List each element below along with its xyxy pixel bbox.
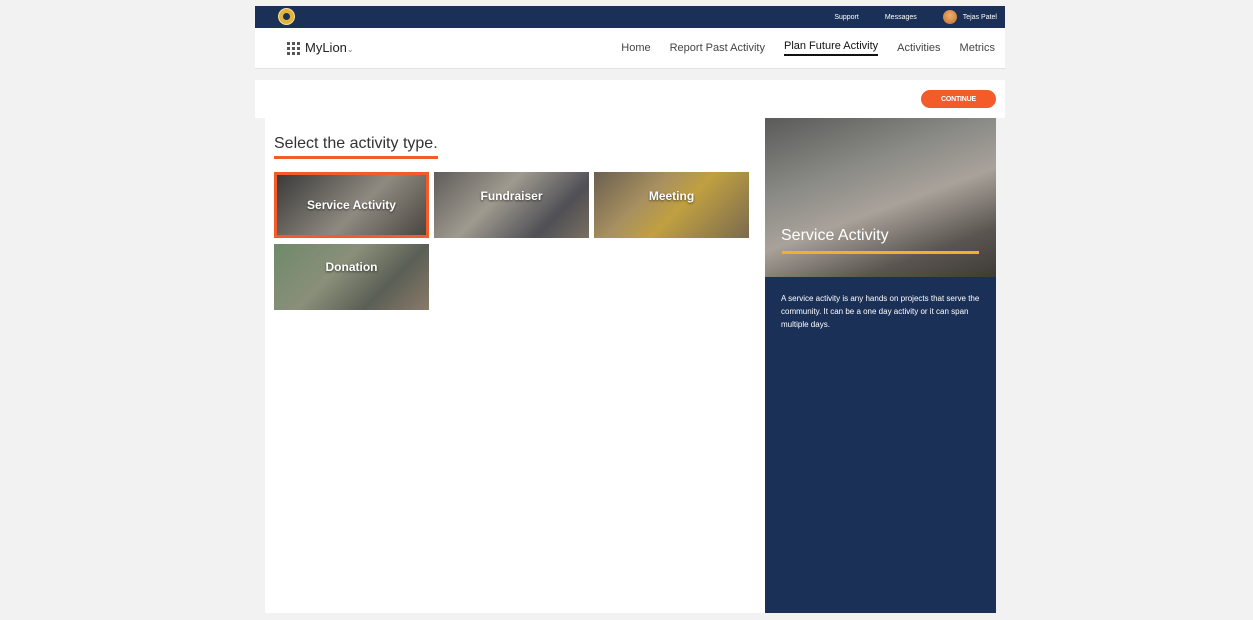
nav-activities[interactable]: Activities	[897, 42, 940, 54]
activity-tile-fundraiser[interactable]: Fundraiser	[434, 172, 589, 238]
info-title: Service Activity	[781, 227, 889, 244]
main-nav: MyLion⌄ Home Report Past Activity Plan F…	[255, 28, 1005, 69]
activity-info-panel: Service Activity A service activity is a…	[765, 118, 996, 613]
page-title: Select the activity type.	[274, 135, 438, 159]
nav-report-past-activity[interactable]: Report Past Activity	[670, 42, 765, 54]
continue-button[interactable]: CONTINUE	[921, 90, 996, 108]
support-link[interactable]: Support	[834, 14, 859, 21]
activity-tile-service-activity[interactable]: Service Activity	[274, 172, 429, 238]
nav-metrics[interactable]: Metrics	[960, 42, 995, 54]
info-description: A service activity is any hands on proje…	[781, 294, 980, 329]
user-menu[interactable]: Tejas Patel	[942, 10, 997, 24]
avatar	[942, 10, 957, 24]
nav-home[interactable]: Home	[621, 42, 650, 54]
tile-label: Donation	[325, 260, 378, 274]
tile-label: Service Activity	[307, 198, 396, 212]
user-name: Tejas Patel	[962, 13, 997, 21]
nav-plan-future-activity[interactable]: Plan Future Activity	[783, 40, 879, 56]
app-grid-icon[interactable]	[287, 42, 300, 55]
brand-label: MyLion	[305, 40, 347, 55]
lions-logo-icon[interactable]	[278, 8, 295, 25]
messages-link[interactable]: Messages	[885, 14, 917, 21]
tile-label: Fundraiser	[480, 189, 543, 203]
brand-menu[interactable]: MyLion⌄	[305, 40, 354, 55]
top-bar: Support Messages Tejas Patel	[255, 6, 1005, 28]
activity-tile-meeting[interactable]: Meeting	[594, 172, 749, 238]
title-underline	[782, 251, 979, 254]
tile-label: Meeting	[648, 189, 695, 203]
chevron-down-icon: ⌄	[346, 45, 354, 54]
activity-type-panel: Select the activity type. Service Activi…	[265, 118, 765, 613]
action-strip	[255, 80, 1005, 118]
activity-tile-donation[interactable]: Donation	[274, 244, 429, 310]
